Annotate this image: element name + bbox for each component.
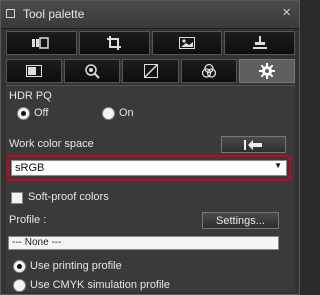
crop-icon (107, 36, 122, 50)
settings-button[interactable]: Settings... (202, 212, 279, 229)
tab-detail[interactable] (64, 59, 121, 83)
close-icon[interactable]: × (282, 4, 291, 21)
toolbar-row-1 (6, 31, 295, 55)
chevron-down-icon: ▼ (274, 161, 282, 170)
stamp-icon (252, 36, 267, 49)
window-title: Tool palette (23, 7, 85, 21)
detail-zoom-icon (85, 64, 101, 79)
hdr-off-label: Off (34, 107, 49, 119)
tool-button-stamp[interactable] (224, 31, 295, 55)
title-bar: Tool palette × (1, 1, 299, 29)
use-printing-profile-radio[interactable] (13, 260, 26, 273)
reset-color-space-button[interactable] (221, 136, 286, 153)
use-cmyk-simulation-radio[interactable] (13, 279, 26, 292)
tone-curve-icon (143, 64, 158, 78)
tool-button-crop[interactable] (78, 31, 150, 55)
work-color-space-select[interactable]: sRGB ▼ (11, 160, 287, 176)
tab-basic-adjust[interactable] (6, 59, 63, 83)
hdr-pq-label: HDR PQ (9, 90, 52, 102)
use-printing-profile-label: Use printing profile (30, 260, 122, 272)
toolbar-row-2 (6, 59, 296, 83)
profile-label: Profile : (9, 214, 47, 226)
work-color-space-value: sRGB (15, 162, 45, 174)
settings-panel: HDR PQ Off On Work color space sRGB ▼ So… (6, 85, 295, 292)
color-adjust-icon (201, 63, 216, 78)
tool-button-image[interactable] (151, 31, 223, 55)
work-color-space-label: Work color space (9, 138, 94, 150)
tab-color-adjust[interactable] (180, 59, 237, 83)
tool-button-film[interactable] (6, 31, 77, 55)
tool-palette-window: Tool palette × HDR PQ Off On Work color … (0, 0, 300, 295)
profile-value-field: --- None --- (8, 236, 279, 250)
gear-icon (258, 63, 275, 79)
image-icon (178, 37, 195, 49)
tab-tone-curve[interactable] (122, 59, 179, 83)
reset-arrow-icon (243, 139, 262, 150)
profile-value: --- None --- (12, 237, 62, 248)
hdr-on-radio[interactable] (102, 107, 115, 120)
use-cmyk-simulation-label: Use CMYK simulation profile (30, 279, 170, 291)
basic-adjust-icon (26, 65, 43, 77)
hdr-off-radio[interactable] (17, 107, 30, 120)
soft-proof-checkbox[interactable] (11, 192, 23, 204)
soft-proof-label: Soft-proof colors (28, 191, 109, 203)
work-color-space-highlight: sRGB ▼ (7, 155, 291, 181)
hdr-on-label: On (119, 107, 134, 119)
film-strip-icon (32, 37, 50, 49)
tab-settings[interactable] (238, 59, 296, 83)
collapse-icon[interactable] (6, 9, 15, 18)
